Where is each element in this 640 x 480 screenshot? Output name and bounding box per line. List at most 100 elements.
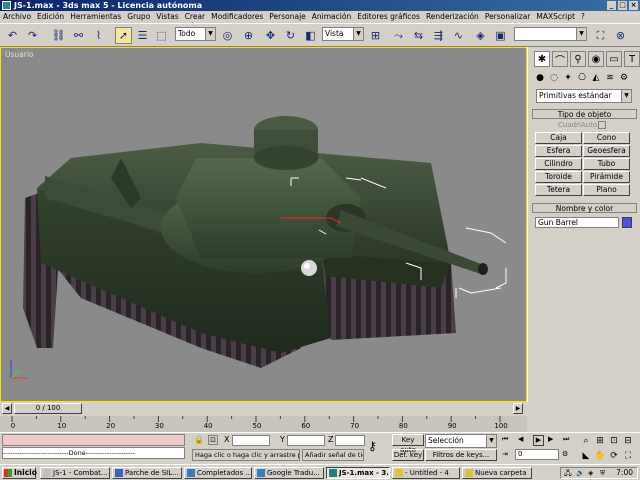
add-time-tag[interactable]: Añadir señal de tiem [302,449,364,461]
object-type-rollout-title[interactable]: Tipo de objeto [532,109,637,119]
rotate-icon[interactable]: ↻ [282,27,299,44]
select-region-circle-icon[interactable]: ⊕ [240,27,257,44]
motion-tab-icon[interactable]: ◉ [588,51,604,67]
selection-filter-dropdown[interactable]: Todo ▼ [175,27,216,41]
menu-grupo[interactable]: Grupo [124,11,153,23]
prev-frame-arrow-icon[interactable]: ◀ [2,403,12,414]
name-color-rollout-title[interactable]: Nombre y color [532,203,637,213]
tray-security-icon[interactable]: ⛨ [600,469,605,478]
mirror-icon[interactable]: ⇆ [410,27,427,44]
tube-button[interactable]: Tubo [583,158,630,170]
time-slider-track[interactable]: ◀ 0 / 100 ▶ [0,402,527,416]
menu-crear[interactable]: Crear [182,11,208,23]
space-warps-icon[interactable]: ≋ [604,72,616,84]
track-bar[interactable]: 0 10 20 30 40 50 60 70 80 90 100 [0,416,527,432]
maximize-button[interactable]: □ [618,1,627,10]
select-manipulate-icon[interactable]: ◎ [219,27,236,44]
select-and-link-icon[interactable]: ⤳ [390,27,407,44]
next-frame-arrow-icon[interactable]: ▶ [513,403,523,414]
menu-archivo[interactable]: Archivo [0,11,34,23]
minimize-button[interactable]: _ [607,1,616,10]
taskbar-item-3dsmax[interactable]: JS-1.max - 3... [326,467,390,479]
undo-icon[interactable]: ↶ [4,27,21,44]
key-mode-icon[interactable]: ⇥ [502,450,512,460]
y-coord-field[interactable] [287,435,325,446]
object-name-field[interactable]: Gun Barrel [535,217,619,228]
maxscript-listener-input[interactable] [2,434,185,446]
region-select-icon[interactable]: ⬚ [153,27,170,44]
lights-icon[interactable]: ✦ [562,72,574,84]
torus-button[interactable]: Toroide [535,171,582,183]
taskbar-item-completados[interactable]: Completados ... [184,467,252,479]
create-tab-icon[interactable]: ✱ [534,51,550,67]
teapot-button[interactable]: Tetera [535,184,582,196]
key-icon[interactable]: ⚷ [368,439,388,453]
maximize-viewport-icon[interactable]: ⛶ [622,450,634,462]
key-auto-button[interactable]: Key auto [392,434,424,454]
tray-app-icon[interactable]: ◈ [588,469,593,477]
menu-editores-graficos[interactable]: Editores gráficos [354,11,423,23]
menu-vistas[interactable]: Vistas [153,11,181,23]
object-color-swatch[interactable] [622,217,632,228]
zoom-extents-icon[interactable]: ⊡ [608,435,620,447]
taskbar-item-nueva-carpeta[interactable]: Nueva carpeta [462,467,532,479]
z-coord-field[interactable] [335,435,365,446]
volume-icon[interactable]: 🔊 [576,469,585,477]
hierarchy-tab-icon[interactable]: ⚲ [570,51,586,67]
sphere-button[interactable]: Esfera [535,145,582,157]
named-selection-dropdown[interactable]: ▼ [514,27,587,41]
network-icon[interactable]: 🖧 [564,469,572,480]
go-to-start-icon[interactable]: ⏮ [502,435,513,446]
shapes-icon[interactable]: ◌ [548,72,560,84]
quick-render-icon[interactable]: ⛶ [592,27,609,44]
key-filters-button[interactable]: Filtros de keys... [425,449,497,461]
helpers-icon[interactable]: ◭ [590,72,602,84]
menu-modificadores[interactable]: Modificadores [208,11,266,23]
move-icon[interactable]: ✥ [262,27,279,44]
scale-icon[interactable]: ◧ [302,27,319,44]
box-button[interactable]: Caja [535,132,582,144]
current-frame-field[interactable]: 0 [515,449,559,460]
material-editor-icon[interactable]: ◈ [472,27,489,44]
pan-icon[interactable]: ✋ [594,450,606,462]
reference-coordinate-dropdown[interactable]: Vista ▼ [322,27,364,41]
zoom-all-icon[interactable]: ⊞ [594,435,606,447]
arc-rotate-icon[interactable]: ⟳ [608,450,620,462]
menu-maxscript[interactable]: MAXScript [533,11,578,23]
go-to-end-icon[interactable]: ⏭ [563,435,574,446]
play-icon[interactable]: ▶ [533,435,544,446]
plane-button[interactable]: Plano [583,184,630,196]
menu-herramientas[interactable]: Herramientas [67,11,124,23]
menu-edicion[interactable]: Edición [34,11,67,23]
start-button[interactable]: Inicio [2,467,37,479]
x-coord-field[interactable] [232,435,270,446]
cylinder-button[interactable]: Cilindro [535,158,582,170]
unlink-icon[interactable]: ⚯ [70,27,87,44]
menu-help[interactable]: ? [578,11,588,23]
cameras-icon[interactable]: ⎔ [576,72,588,84]
category-dropdown[interactable]: Primitivas estándar ▼ [536,89,632,103]
link-icon[interactable]: ⛓ [50,27,67,44]
perspective-viewport[interactable]: Usuario [0,47,527,402]
time-config-icon[interactable]: ⚙ [562,450,572,460]
absolute-mode-icon[interactable]: ⊡ [208,435,218,445]
cone-button[interactable]: Cono [583,132,630,144]
taskbar-item-js1-combat[interactable]: JS-1 - Combat... [40,467,110,479]
select-object-icon[interactable]: ➚ [115,27,132,44]
prev-key-icon[interactable]: ◀ [518,435,529,446]
geosphere-button[interactable]: Geoesfera [583,145,630,157]
bind-space-warp-icon[interactable]: ⌇ [90,27,107,44]
redo-icon[interactable]: ↷ [24,27,41,44]
pivot-center-icon[interactable]: ⊞ [367,27,384,44]
field-of-view-icon[interactable]: ◣ [580,450,592,462]
taskbar-item-parche[interactable]: Parche de SIL... [112,467,182,479]
next-key-icon[interactable]: ▶ [548,435,559,446]
autogrid-checkbox[interactable] [598,121,606,129]
zoom-icon[interactable]: ⌕ [580,435,592,447]
systems-icon[interactable]: ⚙ [618,72,630,84]
curve-editor-icon[interactable]: ∿ [450,27,467,44]
display-tab-icon[interactable]: ▭ [606,51,622,67]
selection-set-dropdown[interactable]: Selección ▼ [425,434,497,448]
close-button[interactable]: × [629,1,638,10]
render-last-icon[interactable]: ⊗ [612,27,629,44]
